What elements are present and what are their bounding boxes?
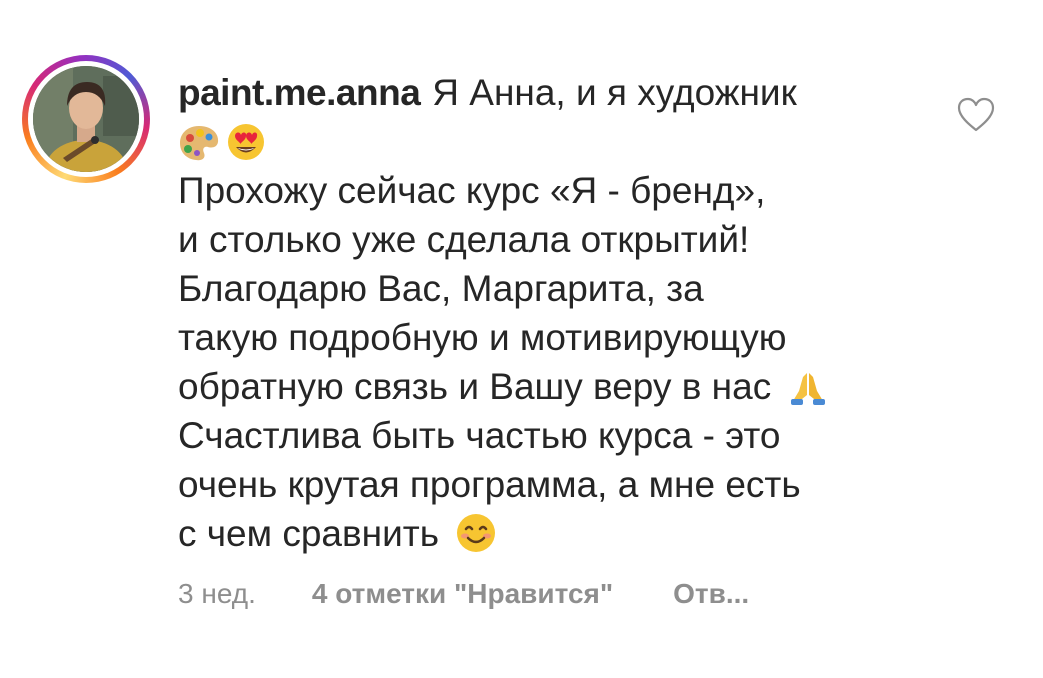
avatar-photo bbox=[33, 66, 139, 172]
comment-text-line: с чем сравнить bbox=[178, 513, 439, 554]
comment-timestamp: 3 нед. bbox=[178, 578, 256, 609]
comment-text-line: и столько уже сделала открытий! bbox=[178, 219, 750, 260]
comment-text-line-with-emoji: обратную связь и Вашу веру в нас bbox=[178, 362, 928, 411]
comment-text-line: Счастлива быть частью курса - это bbox=[178, 415, 781, 456]
avatar[interactable] bbox=[33, 66, 139, 172]
heart-outline-icon[interactable] bbox=[955, 96, 997, 134]
comment-text-line: обратную связь и Вашу веру в нас bbox=[178, 366, 772, 407]
comment-first-line: paint.me.anna Я Анна, и я художник bbox=[178, 68, 928, 117]
artist-palette-icon bbox=[178, 124, 220, 162]
comment-text-line: такую подробную и мотивирующую bbox=[178, 317, 787, 358]
comment-text-line-with-emoji: с чем сравнить bbox=[178, 509, 928, 558]
comment-text-line-0: Я Анна, и я художник bbox=[432, 72, 797, 113]
comment-text-line: Прохожу сейчас курс «Я - бренд», bbox=[178, 170, 766, 211]
heart-eyes-face-icon bbox=[226, 122, 266, 162]
comment-text-line: Благодарю Вас, Маргарита, за bbox=[178, 268, 704, 309]
likes-count-link[interactable]: 4 отметки "Нравится" bbox=[312, 574, 613, 614]
emoji-line bbox=[178, 117, 928, 166]
folded-hands-icon bbox=[789, 369, 827, 407]
comment-body: paint.me.anna Я Анна, и я художник Прохож… bbox=[178, 68, 928, 558]
comment-text-line: очень крутая программа, а мне есть bbox=[178, 464, 801, 505]
comment-meta: 3 нед. 4 отметки "Нравится" Отв... bbox=[178, 574, 749, 614]
smiling-face-blush-icon bbox=[455, 512, 497, 554]
reply-button[interactable]: Отв... bbox=[673, 574, 749, 614]
username[interactable]: paint.me.anna bbox=[178, 72, 421, 113]
avatar-story-ring[interactable] bbox=[22, 55, 150, 183]
